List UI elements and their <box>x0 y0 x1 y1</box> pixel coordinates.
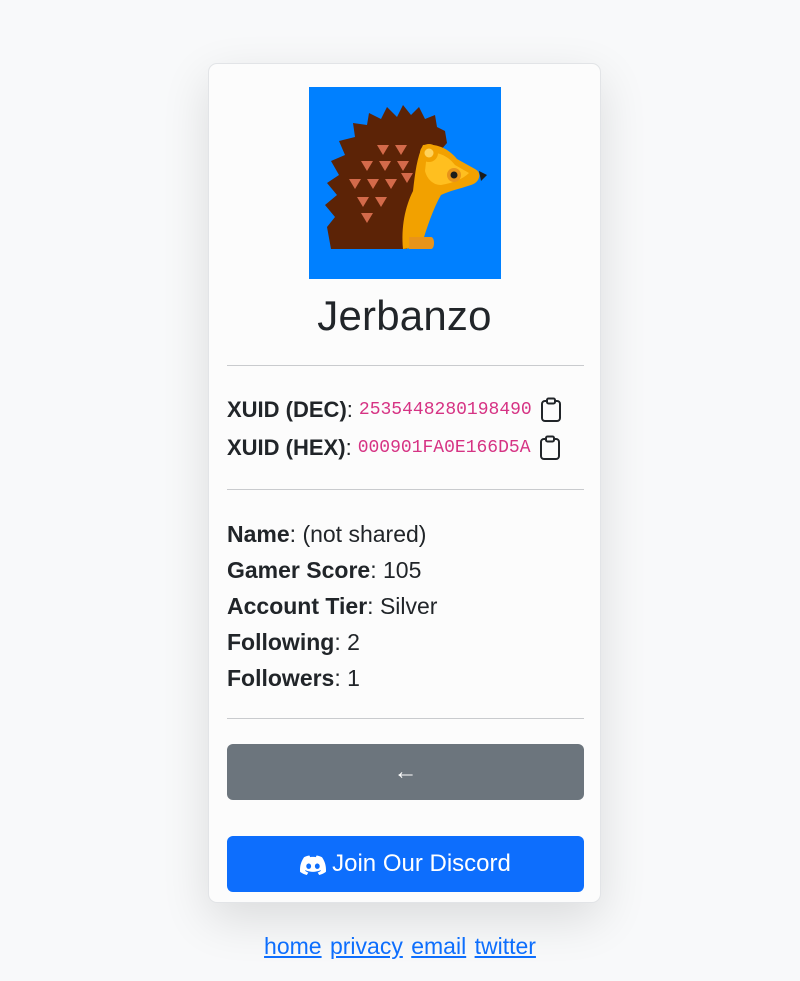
join-discord-label: Join Our Discord <box>332 850 511 877</box>
info-following: Following: 2 <box>227 629 360 655</box>
hedgehog-avatar <box>309 87 501 279</box>
divider <box>227 365 584 366</box>
divider <box>227 718 584 719</box>
xuid-hex-label: XUID (HEX) <box>227 435 346 460</box>
account-tier-label: Account Tier <box>227 593 368 619</box>
xuid-dec-row: XUID (DEC): 2535448280198490 <box>227 395 587 425</box>
following-label: Following <box>227 629 335 655</box>
xuid-dec-value[interactable]: 2535448280198490 <box>359 400 532 420</box>
gamerscore-label: Gamer Score <box>227 557 371 583</box>
footer-link-twitter[interactable]: twitter <box>475 933 536 959</box>
join-discord-button[interactable]: Join Our Discord <box>227 836 584 892</box>
profile-card: Jerbanzo XUID (DEC): 2535448280198490 XU… <box>208 63 601 903</box>
footer-link-privacy[interactable]: privacy <box>330 933 403 959</box>
name-value: (not shared) <box>302 521 427 547</box>
xuid-hex-value[interactable]: 000901FA0E166D5A <box>358 438 531 458</box>
back-button[interactable]: ← <box>227 744 584 800</box>
account-tier-value: Silver <box>379 593 438 619</box>
footer-link-email[interactable]: email <box>411 933 466 959</box>
info-name: Name: (not shared) <box>227 521 427 547</box>
clipboard-icon[interactable] <box>539 435 561 461</box>
following-value: 2 <box>347 629 360 655</box>
xuid-dec-label: XUID (DEC) <box>227 397 347 422</box>
xuid-hex-row: XUID (HEX): 000901FA0E166D5A <box>227 433 587 463</box>
followers-value: 1 <box>347 665 360 691</box>
name-label: Name <box>227 521 290 547</box>
info-gamerscore: Gamer Score: 105 <box>227 557 422 583</box>
gamertag-heading: Jerbanzo <box>317 292 492 339</box>
info-account-tier: Account Tier: Silver <box>227 593 438 619</box>
info-followers: Followers: 1 <box>227 665 360 691</box>
back-arrow-icon: ← <box>393 758 418 785</box>
gamerscore-value: 105 <box>382 557 422 583</box>
clipboard-icon[interactable] <box>540 397 562 423</box>
followers-label: Followers <box>227 665 335 691</box>
discord-icon <box>300 854 327 875</box>
divider <box>227 489 584 490</box>
footer-link-home[interactable]: home <box>264 933 322 959</box>
footer-links: home privacy email twitter <box>0 933 800 960</box>
